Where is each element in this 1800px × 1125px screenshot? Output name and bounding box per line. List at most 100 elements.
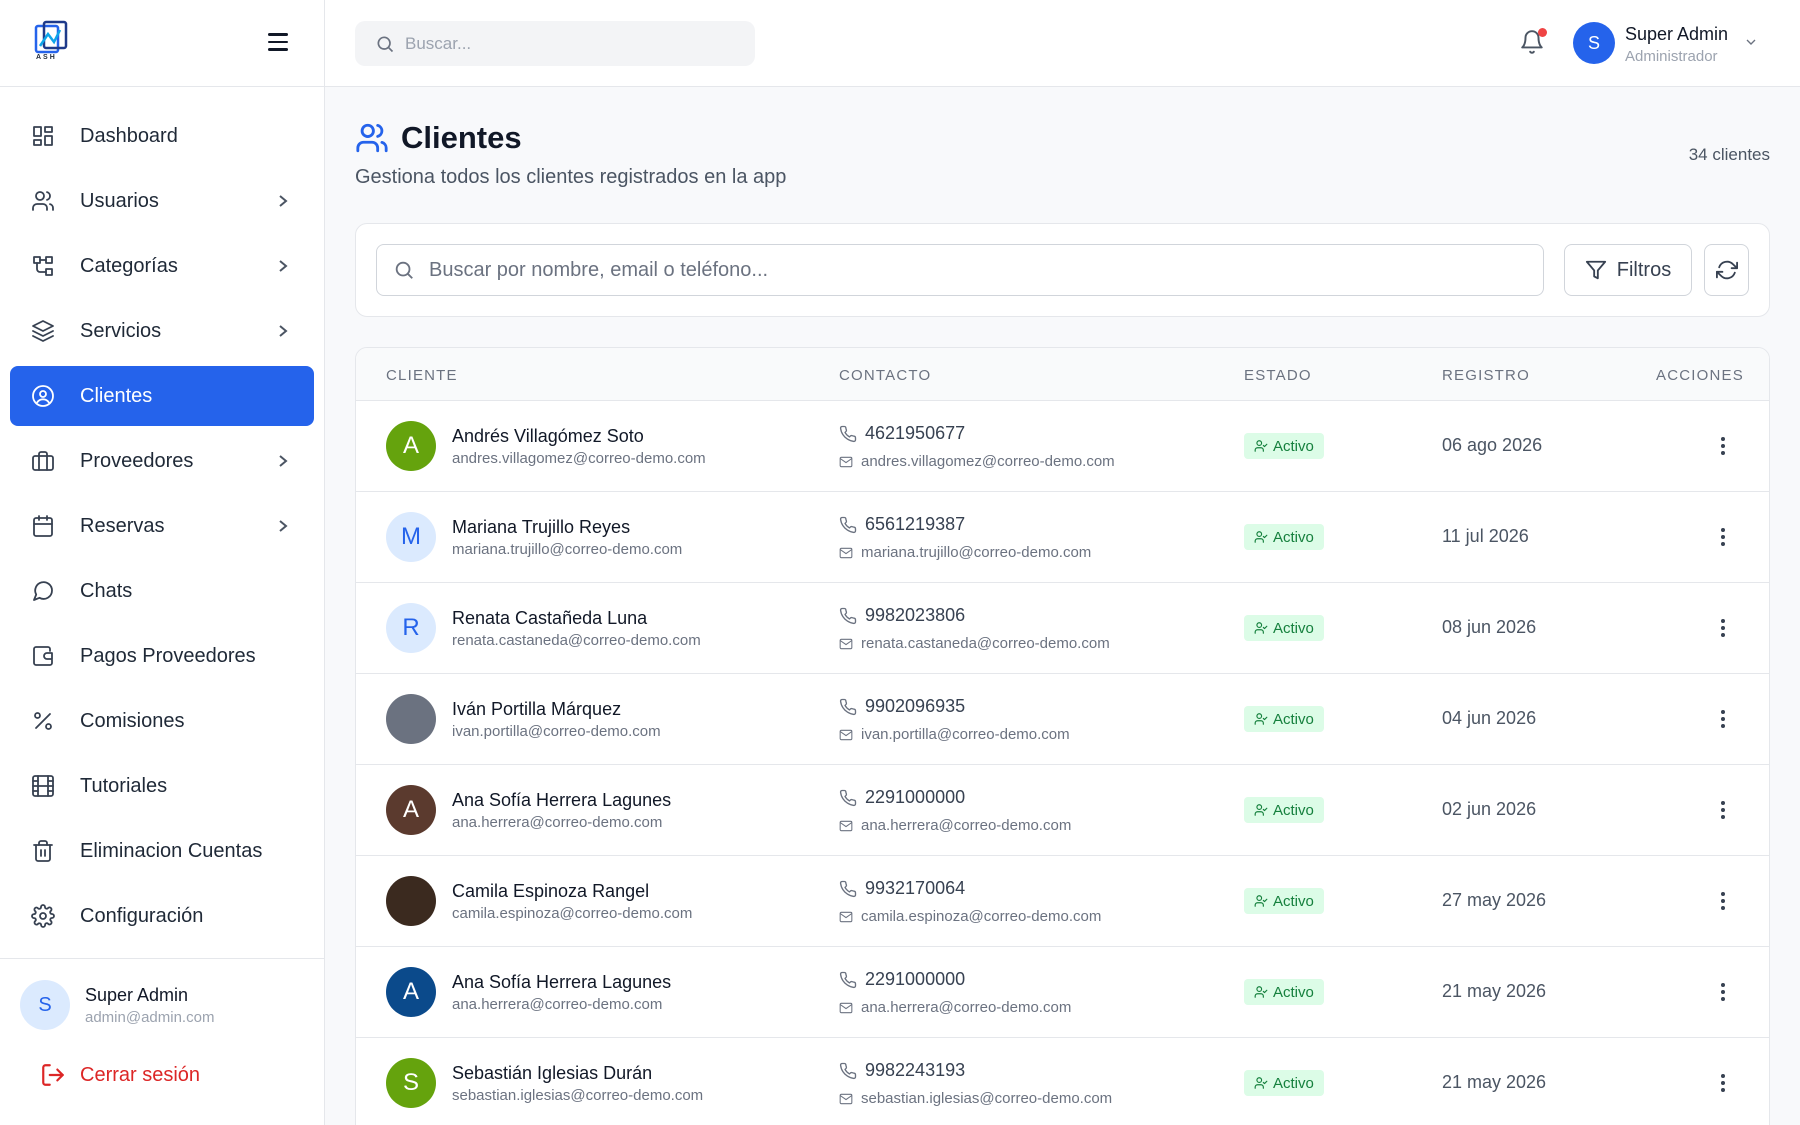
- sidebar-item-servicios[interactable]: Servicios: [10, 301, 314, 361]
- status-badge: Activo: [1244, 433, 1324, 459]
- row-actions-button[interactable]: [1713, 1068, 1733, 1098]
- clients-table: CLIENTE CONTACTO ESTADO REGISTRO ACCIONE…: [355, 347, 1770, 1125]
- global-search[interactable]: [355, 21, 755, 66]
- column-header-registro[interactable]: REGISTRO: [1442, 367, 1530, 384]
- client-name: Camila Espinoza Rangel: [452, 881, 650, 901]
- mail-icon: [839, 638, 853, 649]
- search-icon: [395, 261, 413, 279]
- gear-icon: [30, 903, 56, 929]
- logout-icon: [42, 1064, 64, 1086]
- client-name: Ana Sofía Herrera Lagunes: [452, 790, 672, 810]
- user-menu[interactable]: S Super Admin Administrador: [1573, 22, 1773, 66]
- table-row[interactable]: S Sebastián Iglesias Durán sebastian.igles…: [356, 1038, 1769, 1125]
- sidebar-item-eliminacion-cuentas[interactable]: Eliminacion Cuentas: [10, 821, 314, 881]
- table-row[interactable]: A Ana Sofía Herrera Lagunes ana.herrera@co…: [356, 765, 1769, 856]
- row-actions-button[interactable]: [1713, 795, 1733, 825]
- registration-date: 06 ago 2026: [1442, 435, 1543, 455]
- client-name: Andrés Villagómez Soto: [452, 426, 644, 446]
- client-contact-email-text: camila.espinoza@correo-demo.com: [861, 908, 1102, 925]
- sidebar-item-dashboard[interactable]: Dashboard: [10, 106, 314, 166]
- sidebar-item-clientes[interactable]: Clientes: [10, 366, 314, 426]
- page-header: Clientes: [355, 120, 522, 156]
- client-contact-email-text: ana.herrera@correo-demo.com: [861, 817, 1072, 834]
- phone-icon: [839, 516, 857, 533]
- refresh-button[interactable]: [1704, 244, 1749, 296]
- mail-icon: [839, 820, 853, 831]
- client-contact-email-text: renata.castaneda@correo-demo.com: [861, 635, 1110, 652]
- table-row[interactable]: R Renata Castañeda Luna renata.castaneda@c…: [356, 583, 1769, 674]
- sidebar-item-proveedores[interactable]: Proveedores: [10, 431, 314, 491]
- client-phone: 6561219387: [839, 514, 965, 535]
- trash-icon: [30, 838, 56, 864]
- status-badge: Activo: [1244, 888, 1324, 914]
- sidebar-item-reservas[interactable]: Reservas: [10, 496, 314, 556]
- row-actions-button[interactable]: [1713, 977, 1733, 1007]
- column-header-contacto[interactable]: CONTACTO: [839, 367, 931, 384]
- user-check-icon: [1254, 986, 1268, 998]
- client-search[interactable]: [376, 244, 1544, 296]
- user-check-icon: [1254, 531, 1268, 543]
- user-check-icon: [1254, 713, 1268, 725]
- client-phone-text: 9932170064: [865, 878, 966, 898]
- sidebar-item-label: Categorías: [80, 254, 178, 277]
- status-label: Activo: [1273, 801, 1314, 819]
- categories-icon: [30, 253, 56, 279]
- row-actions-button[interactable]: [1713, 886, 1733, 916]
- sidebar-item-label: Clientes: [80, 384, 153, 407]
- sidebar-item-categorias[interactable]: Categorías: [10, 236, 314, 296]
- table-row[interactable]: A Andrés Villagómez Soto andres.villagomez…: [356, 401, 1769, 492]
- table-row[interactable]: A Ana Sofía Herrera Lagunes ana.herrera@co…: [356, 947, 1769, 1038]
- client-email: camila.espinoza@correo-demo.com: [452, 905, 693, 922]
- table-header: CLIENTE CONTACTO ESTADO REGISTRO ACCIONE…: [356, 348, 1769, 401]
- sidebar-user-email: admin@admin.com: [85, 1009, 215, 1026]
- logout-label: Cerrar sesión: [80, 1063, 201, 1086]
- page-subtitle: Gestiona todos los clientes registrados …: [355, 166, 787, 188]
- sidebar-item-label: Configuración: [80, 904, 204, 927]
- filters-button[interactable]: Filtros: [1564, 244, 1692, 296]
- sidebar-item-label: Chats: [80, 579, 133, 602]
- sidebar-item-configuracion[interactable]: Configuración: [10, 886, 314, 946]
- phone-icon: [839, 1062, 857, 1079]
- menu-toggle-button[interactable]: [268, 33, 290, 53]
- sidebar-nav: Dashboard Usuarios Categorías Servicios Clie…: [10, 106, 314, 951]
- row-actions-button[interactable]: [1713, 613, 1733, 643]
- status-label: Activo: [1273, 437, 1314, 455]
- sidebar-item-pagos-proveedores[interactable]: Pagos Proveedores: [10, 626, 314, 686]
- user-check-icon: [1254, 1077, 1268, 1089]
- mail-icon: [839, 456, 853, 467]
- client-phone-text: 9982243193: [865, 1060, 966, 1080]
- user-role: Administrador: [1625, 48, 1718, 65]
- table-row[interactable]: M Mariana Trujillo Reyes mariana.trujillo@…: [356, 492, 1769, 583]
- column-header-cliente[interactable]: CLIENTE: [386, 367, 458, 384]
- client-email: ana.herrera@correo-demo.com: [452, 814, 663, 831]
- client-search-input[interactable]: [429, 258, 1529, 282]
- global-search-input[interactable]: [405, 33, 735, 54]
- brand-logo-text: ASH: [36, 54, 57, 61]
- sidebar-item-usuarios[interactable]: Usuarios: [10, 171, 314, 231]
- row-actions-button[interactable]: [1713, 522, 1733, 552]
- user-check-icon: [1254, 895, 1268, 907]
- row-actions-button[interactable]: [1713, 704, 1733, 734]
- sidebar-user-name: Super Admin: [85, 985, 189, 1005]
- row-actions-button[interactable]: [1713, 431, 1733, 461]
- client-phone: 9902096935: [839, 696, 965, 717]
- sidebar-item-label: Comisiones: [80, 709, 185, 732]
- calendar-icon: [30, 513, 56, 539]
- avatar: A: [386, 967, 436, 1017]
- table-row[interactable]: Camila Espinoza Rangel camila.espinoza@co…: [356, 856, 1769, 947]
- phone-icon: [839, 880, 857, 897]
- sidebar-item-label: Pagos Proveedores: [80, 644, 256, 667]
- page-title: Clientes: [401, 120, 522, 155]
- status-label: Activo: [1273, 710, 1314, 728]
- client-phone-text: 9982023806: [865, 605, 966, 625]
- mail-icon: [839, 729, 853, 740]
- logout-button[interactable]: Cerrar sesión: [40, 1062, 200, 1088]
- notifications-button[interactable]: [1519, 28, 1547, 58]
- sidebar-item-tutoriales[interactable]: Tutoriales: [10, 756, 314, 816]
- mail-icon: [839, 547, 853, 558]
- client-phone: 9932170064: [839, 878, 965, 899]
- table-row[interactable]: Iván Portilla Márquez ivan.portilla@corre…: [356, 674, 1769, 765]
- sidebar-item-comisiones[interactable]: Comisiones: [10, 691, 314, 751]
- column-header-estado[interactable]: ESTADO: [1244, 367, 1312, 384]
- sidebar-item-chats[interactable]: Chats: [10, 561, 314, 621]
